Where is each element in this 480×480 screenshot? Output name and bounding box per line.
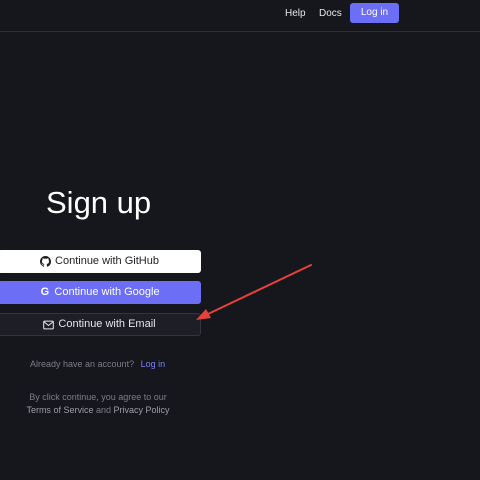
page-title: Sign up: [46, 185, 152, 220]
terms-and-text: and: [95, 405, 112, 415]
terms-of-service-link[interactable]: Terms of Service: [26, 405, 93, 415]
top-navbar: Help Docs Log in: [0, 0, 480, 32]
google-button-label: Continue with Google: [54, 286, 160, 298]
mail-icon: [43, 319, 55, 330]
continue-with-github-button[interactable]: Continue with GitHub: [0, 250, 201, 273]
github-button-label: Continue with GitHub: [55, 255, 159, 267]
signup-page: Help Docs Log in Sign up Continue with G…: [0, 0, 480, 480]
terms-notice: By click continue, you agree to our Term…: [0, 391, 196, 417]
continue-with-email-button[interactable]: Continue with Email: [0, 313, 201, 336]
github-icon: [40, 256, 52, 267]
existing-account-prompt: Already have an account? Log in: [30, 358, 165, 370]
login-link[interactable]: Log in: [141, 359, 166, 369]
continue-with-google-button[interactable]: G Continue with Google: [0, 281, 201, 304]
docs-link[interactable]: Docs: [319, 8, 342, 20]
terms-intro-text: By click continue, you agree to our: [29, 392, 167, 402]
privacy-policy-link[interactable]: Privacy Policy: [114, 405, 170, 415]
help-link[interactable]: Help: [285, 8, 306, 20]
already-have-account-text: Already have an account?: [30, 359, 135, 369]
email-button-label: Continue with Email: [58, 318, 156, 330]
terms-links-line: Terms of Service and Privacy Policy: [0, 404, 196, 417]
login-button[interactable]: Log in: [350, 3, 399, 23]
google-icon: G: [40, 286, 50, 298]
